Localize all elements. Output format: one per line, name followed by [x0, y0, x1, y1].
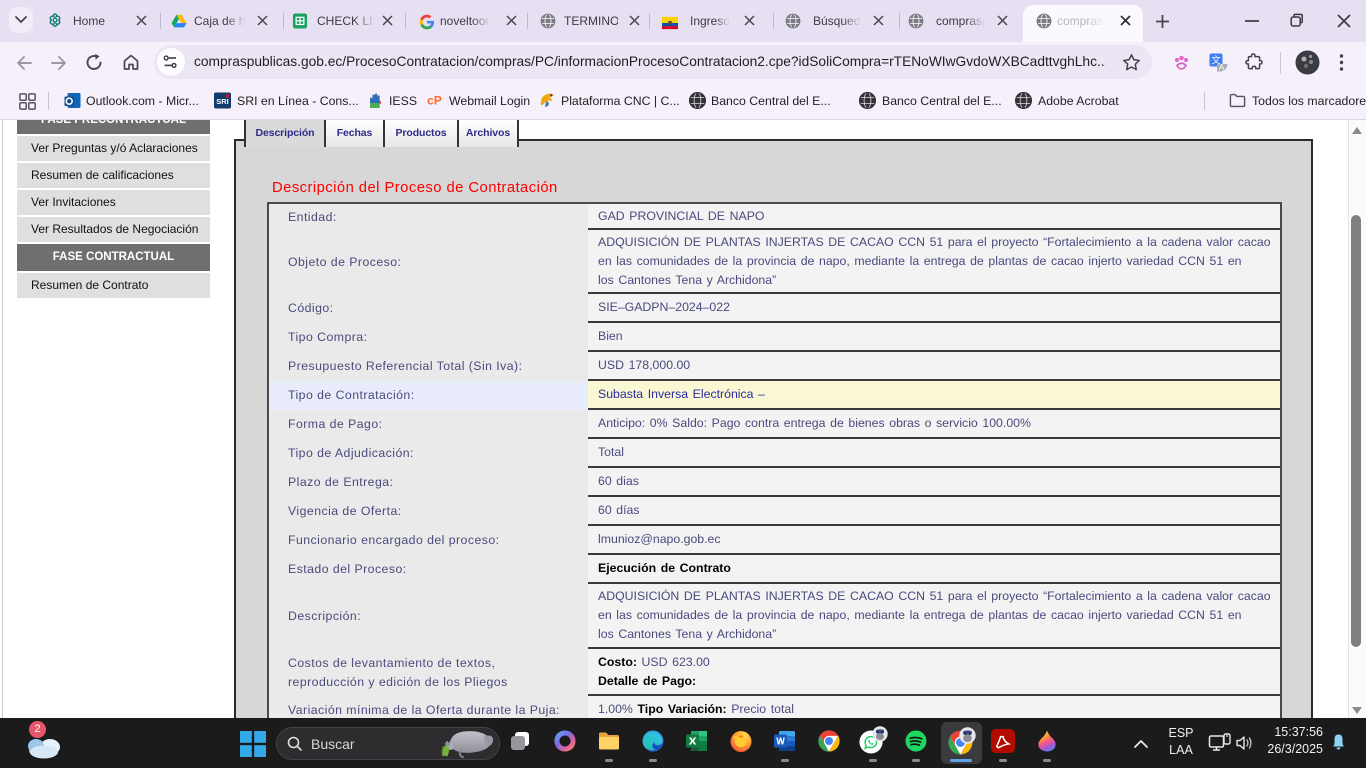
svg-text:SRI: SRI: [216, 97, 229, 106]
svg-text:A: A: [1219, 63, 1225, 72]
svg-text:cP: cP: [427, 94, 442, 108]
